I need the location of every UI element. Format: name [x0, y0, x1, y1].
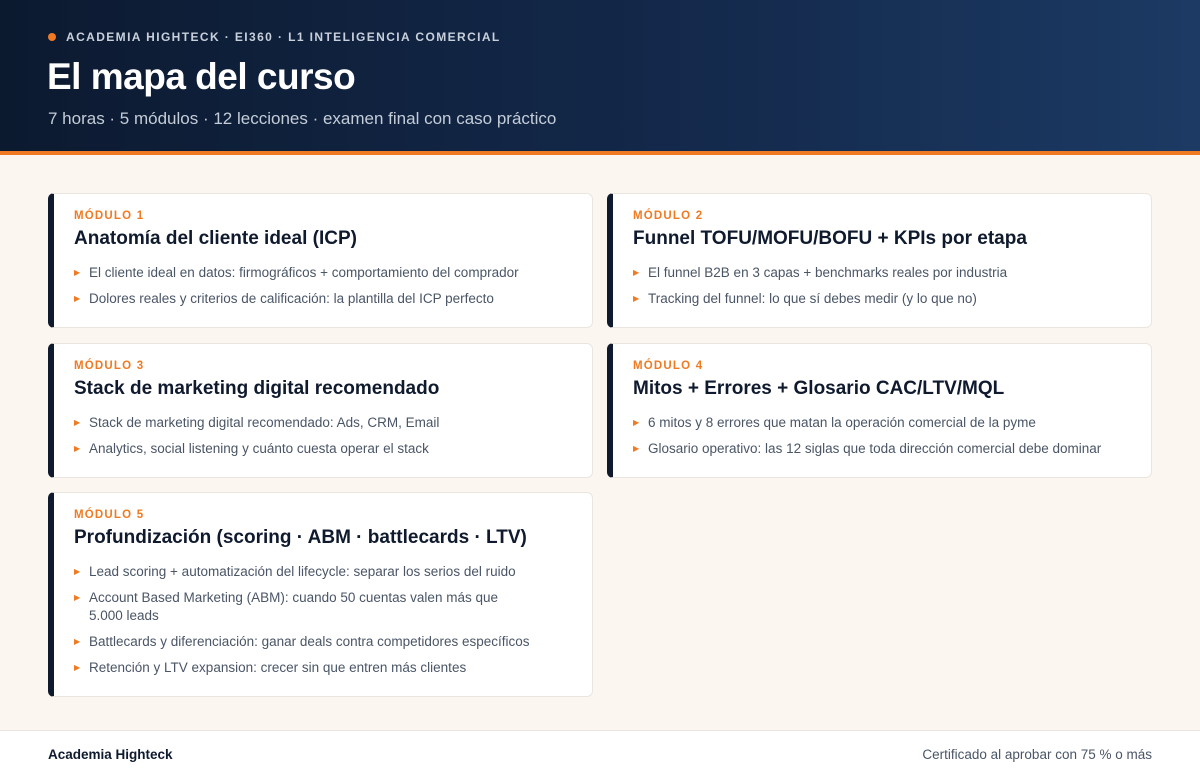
lesson-item: ▶ Account Based Marketing (ABM): cuando 5…	[74, 589, 572, 625]
module-card-4: MÓDULO 4 Mitos + Errores + Glosario CAC/…	[607, 343, 1152, 478]
arrow-icon: ▶	[74, 268, 81, 277]
module-title: Funnel TOFU/MOFU/BOFU + KPIs por etapa	[633, 228, 1027, 249]
page-subtitle: 7 horas · 5 módulos · 12 lecciones · exa…	[48, 109, 557, 128]
arrow-icon: ▶	[74, 663, 81, 672]
lesson-item: ▶ El funnel B2B en 3 capas + benchmarks r…	[633, 264, 1131, 282]
lesson-text: Account Based Marketing (ABM): cuando 50…	[89, 590, 498, 623]
lesson-text: Glosario operativo: las 12 siglas que to…	[648, 441, 1102, 456]
lesson-list: ▶ Lead scoring + automatización del lifec…	[74, 563, 572, 677]
lesson-item: ▶ 6 mitos y 8 errores que matan la operac…	[633, 414, 1131, 432]
arrow-icon: ▶	[74, 418, 81, 427]
lesson-text: El funnel B2B en 3 capas + benchmarks re…	[648, 265, 1008, 280]
lesson-text: 6 mitos y 8 errores que matan la operaci…	[648, 415, 1036, 430]
lesson-text: Lead scoring + automatización del lifecy…	[89, 564, 516, 579]
eyebrow-text: ACADEMIA HIGHTECK · EI360 · L1 INTELIGEN…	[66, 30, 501, 44]
arrow-icon: ▶	[74, 637, 81, 646]
module-card-1: MÓDULO 1 Anatomía del cliente ideal (ICP…	[48, 193, 593, 328]
lesson-item: ▶ Analytics, social listening y cuánto cu…	[74, 440, 572, 458]
lesson-text: Retención y LTV expansion: crecer sin qu…	[89, 660, 467, 675]
lesson-text: Battlecards y diferenciación: ganar deal…	[89, 634, 530, 649]
module-label: MÓDULO 1	[74, 210, 145, 222]
arrow-icon: ▶	[633, 294, 640, 303]
module-title: Stack de marketing digital recomendado	[74, 378, 440, 399]
lesson-list: ▶ 6 mitos y 8 errores que matan la operac…	[633, 414, 1131, 458]
module-card-3: MÓDULO 3 Stack de marketing digital reco…	[48, 343, 593, 478]
lesson-item: ▶ Stack de marketing digital recomendado:…	[74, 414, 572, 432]
lesson-item: ▶ Tracking del funnel: lo que sí debes me…	[633, 290, 1131, 308]
module-label: MÓDULO 5	[74, 509, 145, 521]
lesson-text: Tracking del funnel: lo que sí debes med…	[648, 291, 977, 306]
arrow-icon: ▶	[74, 593, 81, 602]
lesson-item: ▶ Glosario operativo: las 12 siglas que t…	[633, 440, 1131, 458]
lesson-text: Analytics, social listening y cuánto cue…	[89, 441, 429, 456]
module-card-2: MÓDULO 2 Funnel TOFU/MOFU/BOFU + KPIs po…	[607, 193, 1152, 328]
lesson-item: ▶ Dolores reales y criterios de calificac…	[74, 290, 572, 308]
status-dot-icon	[48, 33, 56, 41]
lesson-text: Stack de marketing digital recomendado: …	[89, 415, 440, 430]
lesson-text: Dolores reales y criterios de calificaci…	[89, 291, 494, 306]
lesson-item: ▶ Retención y LTV expansion: crecer sin q…	[74, 659, 572, 677]
page-title: El mapa del curso	[47, 56, 356, 97]
module-card-5: MÓDULO 5 Profundización (scoring · ABM ·…	[48, 492, 593, 697]
lesson-item: ▶ El cliente ideal en datos: firmográfico…	[74, 264, 572, 282]
arrow-icon: ▶	[74, 444, 81, 453]
module-title: Mitos + Errores + Glosario CAC/LTV/MQL	[633, 378, 1005, 399]
module-title: Anatomía del cliente ideal (ICP)	[74, 228, 357, 249]
lesson-list: ▶ Stack de marketing digital recomendado:…	[74, 414, 572, 458]
arrow-icon: ▶	[633, 444, 640, 453]
module-label: MÓDULO 4	[633, 360, 704, 372]
arrow-icon: ▶	[633, 268, 640, 277]
arrow-icon: ▶	[74, 294, 81, 303]
lesson-item: ▶ Battlecards y diferenciación: ganar dea…	[74, 633, 572, 651]
eyebrow: ACADEMIA HIGHTECK · EI360 · L1 INTELIGEN…	[48, 30, 501, 44]
certificate-note: Certificado al aprobar con 75 % o más	[922, 747, 1152, 762]
page-footer: Academia Highteck Certificado al aprobar…	[0, 730, 1200, 779]
module-label: MÓDULO 2	[633, 210, 704, 222]
module-title: Profundización (scoring · ABM · battleca…	[74, 527, 527, 548]
lesson-list: ▶ El cliente ideal en datos: firmográfico…	[74, 264, 572, 308]
arrow-icon: ▶	[74, 567, 81, 576]
footer-brand: Academia Highteck	[48, 747, 173, 762]
lesson-text: El cliente ideal en datos: firmográficos…	[89, 265, 519, 280]
arrow-icon: ▶	[633, 418, 640, 427]
lesson-list: ▶ El funnel B2B en 3 capas + benchmarks r…	[633, 264, 1131, 308]
lesson-item: ▶ Lead scoring + automatización del lifec…	[74, 563, 572, 581]
course-header: ACADEMIA HIGHTECK · EI360 · L1 INTELIGEN…	[0, 0, 1200, 155]
module-label: MÓDULO 3	[74, 360, 145, 372]
